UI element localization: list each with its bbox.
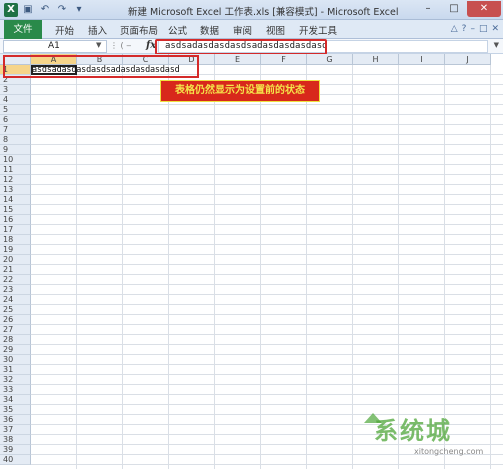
tab-file[interactable]: 文件 xyxy=(4,20,42,39)
row-header-38[interactable]: 38 xyxy=(0,435,31,445)
column-header-j[interactable]: J xyxy=(445,54,491,65)
row-header-16[interactable]: 16 xyxy=(0,215,31,225)
tab-developer[interactable]: 开发工具 xyxy=(299,23,337,37)
row-header-3[interactable]: 3 xyxy=(0,85,31,95)
column-header-f[interactable]: F xyxy=(261,54,307,65)
maximize-button[interactable]: □ xyxy=(441,1,467,17)
row-header-13[interactable]: 13 xyxy=(0,185,31,195)
row-header-31[interactable]: 31 xyxy=(0,365,31,375)
name-box-dropdown-icon[interactable]: ▼ xyxy=(96,41,101,49)
row-header-5[interactable]: 5 xyxy=(0,105,31,115)
row-header-29[interactable]: 29 xyxy=(0,345,31,355)
tab-page-layout[interactable]: 页面布局 xyxy=(120,23,158,37)
workbook-restore-icon[interactable]: □ xyxy=(479,24,488,34)
row-header-19[interactable]: 19 xyxy=(0,245,31,255)
title-bar: X ▣ ↶ ↷ ▾ 新建 Microsoft Excel 工作表.xls [兼容… xyxy=(0,0,503,20)
formula-highlight-box xyxy=(155,39,327,55)
watermark-logo: 系统城 xitongcheng.com xyxy=(352,405,502,465)
row-header-27[interactable]: 27 xyxy=(0,325,31,335)
column-header-e[interactable]: E xyxy=(215,54,261,65)
row-header-28[interactable]: 28 xyxy=(0,335,31,345)
row-header-36[interactable]: 36 xyxy=(0,415,31,425)
row-header-7[interactable]: 7 xyxy=(0,125,31,135)
row-header-25[interactable]: 25 xyxy=(0,305,31,315)
row-header-37[interactable]: 37 xyxy=(0,425,31,435)
quick-access-toolbar: X ▣ ↶ ↷ ▾ xyxy=(4,3,86,17)
row-header-34[interactable]: 34 xyxy=(0,395,31,405)
row-header-24[interactable]: 24 xyxy=(0,295,31,305)
watermark-brand: 系统城 xyxy=(374,417,452,445)
row-header-33[interactable]: 33 xyxy=(0,385,31,395)
excel-app-icon[interactable]: X xyxy=(4,3,18,17)
minimize-button[interactable]: – xyxy=(415,1,441,17)
row-header-14[interactable]: 14 xyxy=(0,195,31,205)
row-header-11[interactable]: 11 xyxy=(0,165,31,175)
workbook-minimize-icon[interactable]: – xyxy=(470,24,475,34)
tab-home[interactable]: 开始 xyxy=(55,23,74,37)
close-button[interactable]: ✕ xyxy=(467,1,501,17)
row-header-8[interactable]: 8 xyxy=(0,135,31,145)
help-icon[interactable]: ? xyxy=(462,24,467,34)
column-header-h[interactable]: H xyxy=(353,54,399,65)
formula-expand-icon[interactable]: ▼ xyxy=(494,41,499,49)
workbook-close-icon[interactable]: ✕ xyxy=(491,24,499,34)
column-header-i[interactable]: I xyxy=(399,54,445,65)
row-header-21[interactable]: 21 xyxy=(0,265,31,275)
row-header-22[interactable]: 22 xyxy=(0,275,31,285)
annotation-callout: 表格仍然显示为设置前的状态 xyxy=(160,80,320,102)
cell-highlight-box xyxy=(3,55,199,78)
redo-icon[interactable]: ↷ xyxy=(55,3,69,17)
row-header-23[interactable]: 23 xyxy=(0,285,31,295)
row-header-35[interactable]: 35 xyxy=(0,405,31,415)
name-box[interactable]: A1 xyxy=(3,40,107,53)
customize-icon[interactable]: ▾ xyxy=(72,3,86,17)
tab-insert[interactable]: 插入 xyxy=(88,23,107,37)
row-header-4[interactable]: 4 xyxy=(0,95,31,105)
row-header-40[interactable]: 40 xyxy=(0,455,31,465)
row-header-39[interactable]: 39 xyxy=(0,445,31,455)
window-title: 新建 Microsoft Excel 工作表.xls [兼容模式] - Micr… xyxy=(128,7,399,18)
row-header-18[interactable]: 18 xyxy=(0,235,31,245)
row-header-30[interactable]: 30 xyxy=(0,355,31,365)
tab-data[interactable]: 数据 xyxy=(200,23,219,37)
column-header-g[interactable]: G xyxy=(307,54,353,65)
row-header-26[interactable]: 26 xyxy=(0,315,31,325)
row-header-32[interactable]: 32 xyxy=(0,375,31,385)
row-header-12[interactable]: 12 xyxy=(0,175,31,185)
watermark-url: xitongcheng.com xyxy=(414,447,484,456)
row-header-20[interactable]: 20 xyxy=(0,255,31,265)
row-header-6[interactable]: 6 xyxy=(0,115,31,125)
tab-view[interactable]: 视图 xyxy=(266,23,285,37)
row-header-17[interactable]: 17 xyxy=(0,225,31,235)
tab-review[interactable]: 审阅 xyxy=(233,23,252,37)
undo-icon[interactable]: ↶ xyxy=(38,3,52,17)
formula-controls-icon[interactable]: ⋮ ( ‒ xyxy=(110,41,131,50)
ribbon-collapse-icon[interactable]: △ xyxy=(451,24,458,34)
row-header-15[interactable]: 15 xyxy=(0,205,31,215)
row-header-9[interactable]: 9 xyxy=(0,145,31,155)
tab-formulas[interactable]: 公式 xyxy=(168,23,187,37)
row-header-10[interactable]: 10 xyxy=(0,155,31,165)
ribbon-tabs: 文件 开始 插入 页面布局 公式 数据 审阅 视图 开发工具 △ ? – □ ✕ xyxy=(0,20,503,39)
save-icon[interactable]: ▣ xyxy=(21,3,35,17)
